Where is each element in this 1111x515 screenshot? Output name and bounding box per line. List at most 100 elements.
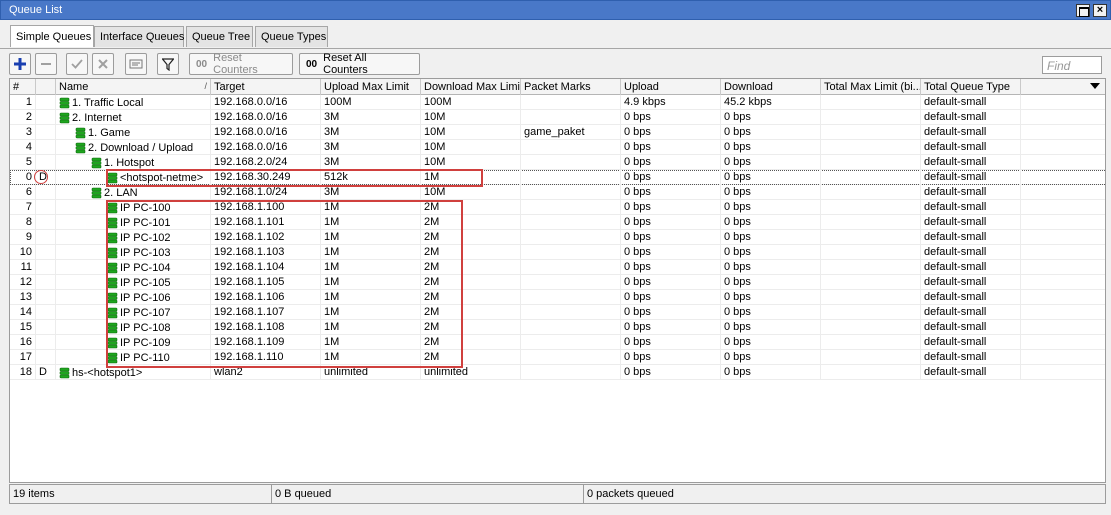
comment-button[interactable] [125,53,147,75]
col-upload[interactable]: Upload [621,79,721,95]
queue-name-label: IP PC-103 [120,247,171,259]
table-row[interactable]: 11 IP PC-104 192.168.1.104 1M 2M 0 bps 0 bps de… [10,260,1105,275]
x-icon [98,59,108,69]
cell-upload: 0 bps [621,185,721,200]
cell-download: 0 bps [721,290,821,305]
find-input[interactable]: Find [1042,56,1102,74]
reset-all-counters-button[interactable]: 00 Reset All Counters [299,52,420,76]
cell-upload: 0 bps [621,110,721,125]
table-row[interactable]: 4 2. Download / Upload 192.168.0.0/16 3M 10M… [10,140,1105,155]
table-row[interactable]: 8 IP PC-101 192.168.1.101 1M 2M 0 bps 0 bps def… [10,215,1105,230]
table-row[interactable]: 12 IP PC-105 192.168.1.105 1M 2M 0 bps 0 bps de… [10,275,1105,290]
tab-interface-queues[interactable]: Interface Queues [94,26,184,47]
cell-upload: 0 bps [621,125,721,140]
cell-total-max-limit [821,260,921,275]
maximize-icon[interactable] [1076,4,1090,17]
cell-name: 1. Game [56,125,211,140]
cell-upload: 0 bps [621,155,721,170]
cell-upload-max-limit: 1M [321,350,421,365]
table-row[interactable]: 10 IP PC-103 192.168.1.103 1M 2M 0 bps 0 bps de… [10,245,1105,260]
col-packet-marks[interactable]: Packet Marks [521,79,621,95]
cell-number: 10 [10,245,36,260]
cell-packet-marks [521,215,621,230]
cell-download: 0 bps [721,110,821,125]
cell-number: 14 [10,305,36,320]
enable-button[interactable] [66,53,88,75]
table-row[interactable]: 1 1. Traffic Local 192.168.0.0/16 100M 100M 4… [10,95,1105,110]
queue-icon [107,232,118,244]
cell-number: 16 [10,335,36,350]
table-row[interactable]: 15 IP PC-108 192.168.1.108 1M 2M 0 bps 0 bps de… [10,320,1105,335]
table-row[interactable]: 5 1. Hotspot 192.168.2.0/24 3M 10M 0 bps 0 bps… [10,155,1105,170]
col-download[interactable]: Download [721,79,821,95]
status-item-count: 19 items [10,485,272,503]
toolbar: 00 Reset Counters 00 Reset All Counters … [0,48,1111,78]
table-row[interactable]: 14 IP PC-107 192.168.1.107 1M 2M 0 bps 0 bps de… [10,305,1105,320]
cell-name: IP PC-100 [56,200,211,215]
tab-queue-tree[interactable]: Queue Tree [186,26,253,47]
cell-total-queue-type: default-small [921,140,1021,155]
cell-flag [36,245,56,260]
cell-total-queue-type: default-small [921,335,1021,350]
cell-upload: 0 bps [621,290,721,305]
cell-name: IP PC-102 [56,230,211,245]
cell-total-queue-type: default-small [921,110,1021,125]
table-row[interactable]: 16 IP PC-109 192.168.1.109 1M 2M 0 bps 0 bps de… [10,335,1105,350]
cell-download-max-limit: 10M [421,140,521,155]
cell-target: 192.168.1.106 [211,290,321,305]
cell-target: 192.168.1.101 [211,215,321,230]
tab-simple-queues[interactable]: Simple Queues [10,25,94,47]
queue-table[interactable]: # Name / Target Upload Max Limit Downloa… [9,78,1106,483]
cell-download-max-limit: 10M [421,125,521,140]
close-icon[interactable]: × [1093,4,1107,17]
table-row[interactable]: 2 2. Internet 192.168.0.0/16 3M 10M 0 bps 0 bp… [10,110,1105,125]
cell-name: IP PC-107 [56,305,211,320]
col-name[interactable]: Name / [56,79,211,95]
add-button[interactable] [9,53,31,75]
disable-button[interactable] [92,53,114,75]
cell-total-queue-type: default-small [921,230,1021,245]
cell-total-max-limit [821,200,921,215]
cell-download: 0 bps [721,230,821,245]
reset-counters-button[interactable]: 00 Reset Counters [189,52,293,76]
cell-flag [36,275,56,290]
table-row[interactable]: 6 2. LAN 192.168.1.0/24 3M 10M 0 bps 0 bps defa… [10,185,1105,200]
cell-name: 2. Internet [56,110,211,125]
cell-packet-marks [521,200,621,215]
tab-queue-types[interactable]: Queue Types [255,26,328,47]
filter-button[interactable] [157,53,179,75]
table-row[interactable]: 18 Dhs-<hotspot1> wlan2 unlimited unlimited 0… [10,365,1105,380]
col-total-max-limit[interactable]: Total Max Limit (bi... [821,79,921,95]
col-total-queue-type[interactable]: Total Queue Type [921,79,1021,95]
table-row[interactable]: 17 IP PC-110 192.168.1.110 1M 2M 0 bps 0 bps de… [10,350,1105,365]
col-target[interactable]: Target [211,79,321,95]
cell-total-max-limit [821,305,921,320]
check-icon [71,59,83,69]
cell-packet-marks [521,365,621,380]
cell-flag [36,185,56,200]
col-download-max-limit[interactable]: Download Max Limit [421,79,521,95]
cell-total-queue-type: default-small [921,290,1021,305]
table-row[interactable]: 9 IP PC-102 192.168.1.102 1M 2M 0 bps 0 bps def… [10,230,1105,245]
cell-target: 192.168.1.108 [211,320,321,335]
table-row[interactable]: 0 D <hotspot-netme> 192.168.30.249 512k 1M 0 b… [10,170,1105,185]
queue-icon [107,322,118,334]
cell-download: 0 bps [721,320,821,335]
column-dropdown-icon[interactable] [1090,83,1100,89]
table-row[interactable]: 7 IP PC-100 192.168.1.100 1M 2M 0 bps 0 bps def… [10,200,1105,215]
col-upload-max-limit[interactable]: Upload Max Limit [321,79,421,95]
window-titlebar[interactable]: Queue List × [0,0,1111,20]
cell-flag [36,140,56,155]
table-row[interactable]: 13 IP PC-106 192.168.1.106 1M 2M 0 bps 0 bps de… [10,290,1105,305]
col-number[interactable]: # [10,79,36,95]
table-row[interactable]: 3 1. Game 192.168.0.0/16 3M 10M game_paket 0 b… [10,125,1105,140]
remove-button[interactable] [35,53,57,75]
queue-icon [107,247,118,259]
cell-upload-max-limit: 3M [321,110,421,125]
cell-upload-max-limit: 3M [321,125,421,140]
status-packets-queued: 0 packets queued [587,488,674,500]
cell-download: 0 bps [721,365,821,380]
col-flags[interactable] [36,79,56,95]
cell-flag: D [36,365,56,380]
cell-number: 0 [10,170,36,185]
